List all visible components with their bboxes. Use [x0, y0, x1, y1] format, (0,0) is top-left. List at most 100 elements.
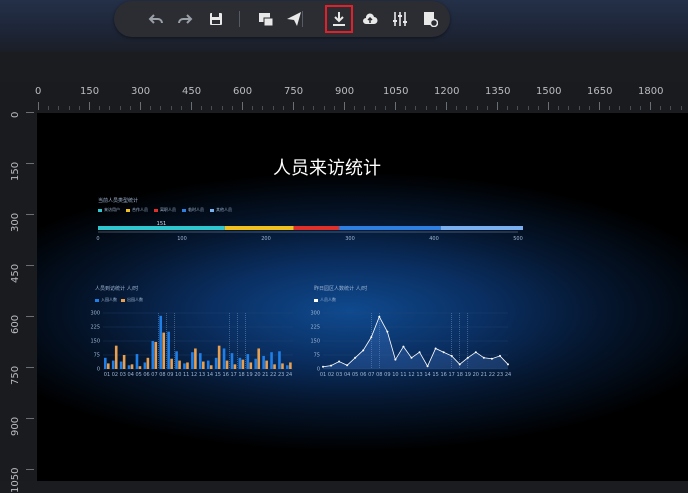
data-point[interactable]	[458, 363, 461, 366]
bar[interactable]	[183, 363, 186, 369]
bar[interactable]	[262, 355, 265, 369]
data-point[interactable]	[474, 351, 477, 354]
legend-item[interactable]: 合作人员	[126, 207, 148, 213]
visit-bar-chart[interactable]: 0 75 150 225 300 01 02 03 04 05 06 07 08 09 10 11 12 13 14…	[89, 307, 299, 382]
bar[interactable]	[159, 315, 163, 369]
bar[interactable]	[230, 353, 234, 369]
stacked-bar-segment[interactable]	[440, 226, 523, 230]
bar[interactable]	[186, 362, 189, 369]
bar[interactable]	[114, 345, 118, 369]
legend-item[interactable]: 出园人数	[121, 297, 143, 303]
bar[interactable]	[233, 364, 237, 369]
page-title[interactable]: 人员来访统计	[37, 154, 617, 180]
page-settings-button[interactable]	[418, 7, 442, 31]
bar[interactable]	[111, 360, 115, 369]
upload-button[interactable]	[358, 7, 382, 31]
bar[interactable]	[138, 366, 142, 369]
data-point[interactable]	[394, 358, 397, 361]
data-point[interactable]	[466, 356, 469, 359]
data-point[interactable]	[498, 354, 501, 357]
legend-item[interactable]: 人员人数	[314, 297, 336, 303]
data-point[interactable]	[434, 347, 437, 350]
stacked-bar-segment[interactable]	[224, 226, 294, 230]
bar[interactable]	[104, 357, 107, 369]
adjust-button[interactable]	[388, 7, 412, 31]
bar[interactable]	[273, 364, 276, 369]
data-point[interactable]	[338, 360, 341, 363]
bar[interactable]	[162, 332, 166, 369]
bar[interactable]	[119, 361, 123, 369]
design-canvas[interactable]: 人员来访统计 当前人员类型统计 来访用户 合作人员 离职人员 临时人员 其他人员 151…	[37, 113, 688, 481]
bar[interactable]	[135, 354, 139, 369]
bar[interactable]	[202, 361, 205, 369]
legend-item[interactable]: 其他人员	[210, 207, 232, 213]
horizontal-ruler[interactable]: 0 150 300 450 600 750 900 1050 1200 1350 1500 1650 1…	[0, 82, 688, 112]
bar[interactable]	[257, 348, 261, 369]
data-point[interactable]	[386, 330, 389, 333]
download-button[interactable]	[325, 5, 353, 33]
data-point[interactable]	[418, 351, 421, 354]
bar[interactable]	[175, 351, 178, 369]
data-point[interactable]	[426, 365, 429, 368]
bar[interactable]	[199, 353, 202, 369]
bar[interactable]	[154, 341, 158, 369]
bar[interactable]	[249, 362, 253, 369]
preview-button[interactable]	[254, 7, 278, 31]
bar[interactable]	[265, 360, 268, 369]
bar[interactable]	[246, 354, 250, 369]
bar[interactable]	[146, 357, 150, 369]
bar[interactable]	[127, 365, 131, 369]
bar[interactable]	[222, 348, 226, 369]
bar[interactable]	[206, 360, 210, 369]
data-point[interactable]	[442, 351, 445, 354]
data-point[interactable]	[410, 356, 413, 359]
legend-item[interactable]: 临时人员	[182, 207, 204, 213]
bar[interactable]	[238, 357, 242, 369]
bar[interactable]	[286, 365, 289, 369]
visit-chart-legend: 入园人数 出园人数	[95, 297, 215, 303]
legend-item[interactable]: 来访用户	[98, 207, 120, 213]
redo-button[interactable]	[173, 7, 197, 31]
data-point[interactable]	[322, 365, 324, 368]
legend-item[interactable]: 入园人数	[95, 297, 117, 303]
stacked-bar-segment[interactable]	[339, 226, 441, 230]
data-point[interactable]	[507, 363, 509, 366]
data-point[interactable]	[490, 357, 493, 360]
bar[interactable]	[122, 355, 126, 369]
bar[interactable]	[194, 348, 197, 369]
bar[interactable]	[289, 362, 292, 369]
data-point[interactable]	[450, 354, 453, 357]
data-point[interactable]	[402, 345, 405, 348]
bar[interactable]	[130, 364, 134, 369]
bar[interactable]	[191, 352, 194, 369]
bar[interactable]	[217, 345, 221, 369]
undo-button[interactable]	[144, 7, 168, 31]
bar[interactable]	[170, 358, 173, 369]
bar[interactable]	[214, 357, 218, 369]
bar[interactable]	[167, 331, 170, 369]
data-point[interactable]	[354, 356, 357, 359]
bar[interactable]	[225, 360, 229, 369]
vertical-ruler[interactable]: 0 150 300 450 600 750 900 1050	[0, 112, 36, 493]
data-point[interactable]	[346, 364, 349, 367]
data-point[interactable]	[370, 336, 373, 339]
stacked-bar-segment[interactable]	[293, 226, 340, 230]
bar[interactable]	[143, 362, 147, 369]
legend-item[interactable]: 离职人员	[154, 207, 176, 213]
bar[interactable]	[209, 365, 213, 369]
bar[interactable]	[254, 358, 258, 369]
bar[interactable]	[107, 363, 110, 369]
data-point[interactable]	[482, 356, 485, 359]
save-button[interactable]	[204, 7, 228, 31]
bar[interactable]	[278, 351, 281, 369]
data-point[interactable]	[330, 364, 333, 367]
bar[interactable]	[241, 359, 245, 369]
bar[interactable]	[178, 360, 181, 369]
bar[interactable]	[270, 352, 273, 369]
type-stacked-bar-chart[interactable]: 15150100200300400500	[93, 217, 523, 247]
bar[interactable]	[281, 363, 284, 369]
data-point[interactable]	[362, 349, 365, 352]
bar[interactable]	[151, 341, 155, 369]
park-line-chart[interactable]: 07515022530001 02 03 04 05 06 07 08 09 10 11 12 13 14…	[309, 307, 514, 382]
data-point[interactable]	[378, 315, 381, 318]
